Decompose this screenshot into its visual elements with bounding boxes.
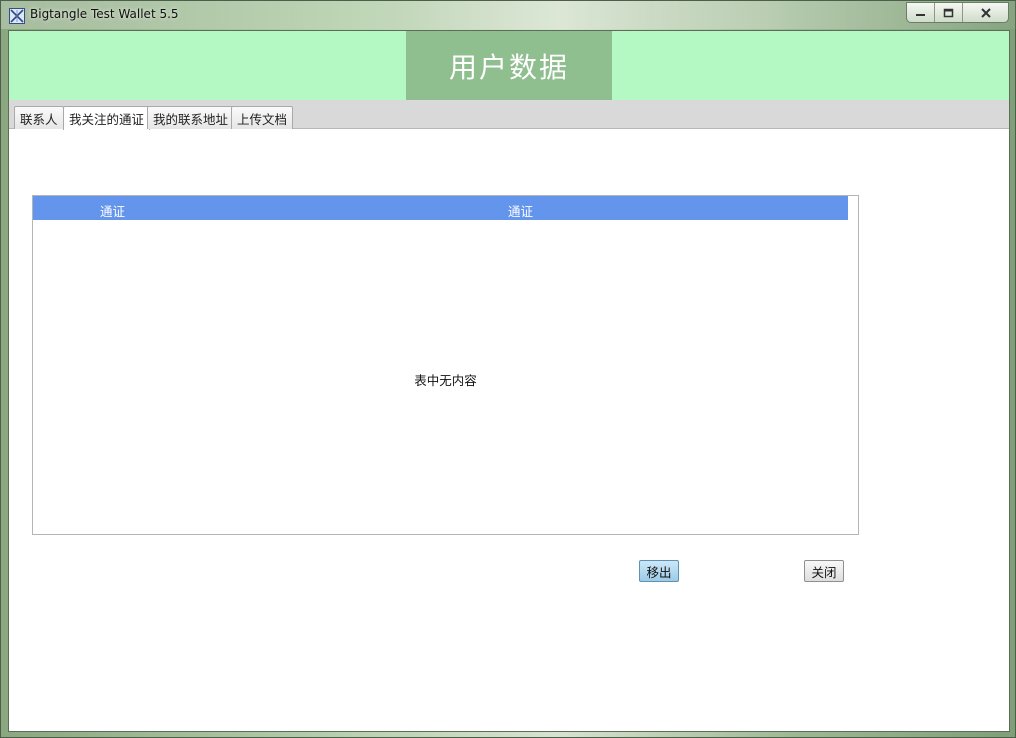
column-header-token[interactable]: 通证 (100, 201, 125, 220)
empty-table-placeholder: 表中无内容 (414, 373, 477, 388)
table-header: 通证 通证 (33, 196, 856, 220)
app-window: Bigtangle Test Wallet 5.5 用户数据 联系人 我关注的通… (0, 0, 1016, 738)
remove-button[interactable]: 移出 (639, 560, 679, 582)
window-title: Bigtangle Test Wallet 5.5 (30, 7, 179, 21)
tab-my-addresses[interactable]: 我的联系地址 (147, 106, 235, 129)
client-area: 用户数据 联系人 我关注的通证 我的联系地址 上传文档 通证 通证 表中无内容 … (8, 30, 1010, 732)
tab-bar: 联系人 我关注的通证 我的联系地址 上传文档 (9, 100, 1009, 130)
close-button[interactable]: 关闭 (804, 560, 844, 582)
column-header-token-2[interactable]: 通证 (508, 201, 533, 220)
tab-upload-documents[interactable]: 上传文档 (231, 106, 294, 129)
close-icon[interactable] (963, 3, 1008, 22)
header-band: 用户数据 (9, 31, 1009, 100)
column-menu-button[interactable] (848, 196, 856, 220)
page-title: 用户数据 (448, 50, 569, 84)
header-title-box: 用户数据 (406, 31, 612, 100)
tokens-table[interactable]: 通证 通证 表中无内容 (32, 195, 859, 535)
app-icon (9, 8, 25, 24)
minimize-icon[interactable] (907, 3, 935, 22)
window-controls (906, 2, 1009, 23)
tab-watched-tokens[interactable]: 我关注的通证 (63, 106, 151, 130)
maximize-icon[interactable] (935, 3, 963, 22)
title-bar[interactable]: Bigtangle Test Wallet 5.5 (1, 1, 1016, 29)
tab-contacts[interactable]: 联系人 (14, 106, 64, 129)
